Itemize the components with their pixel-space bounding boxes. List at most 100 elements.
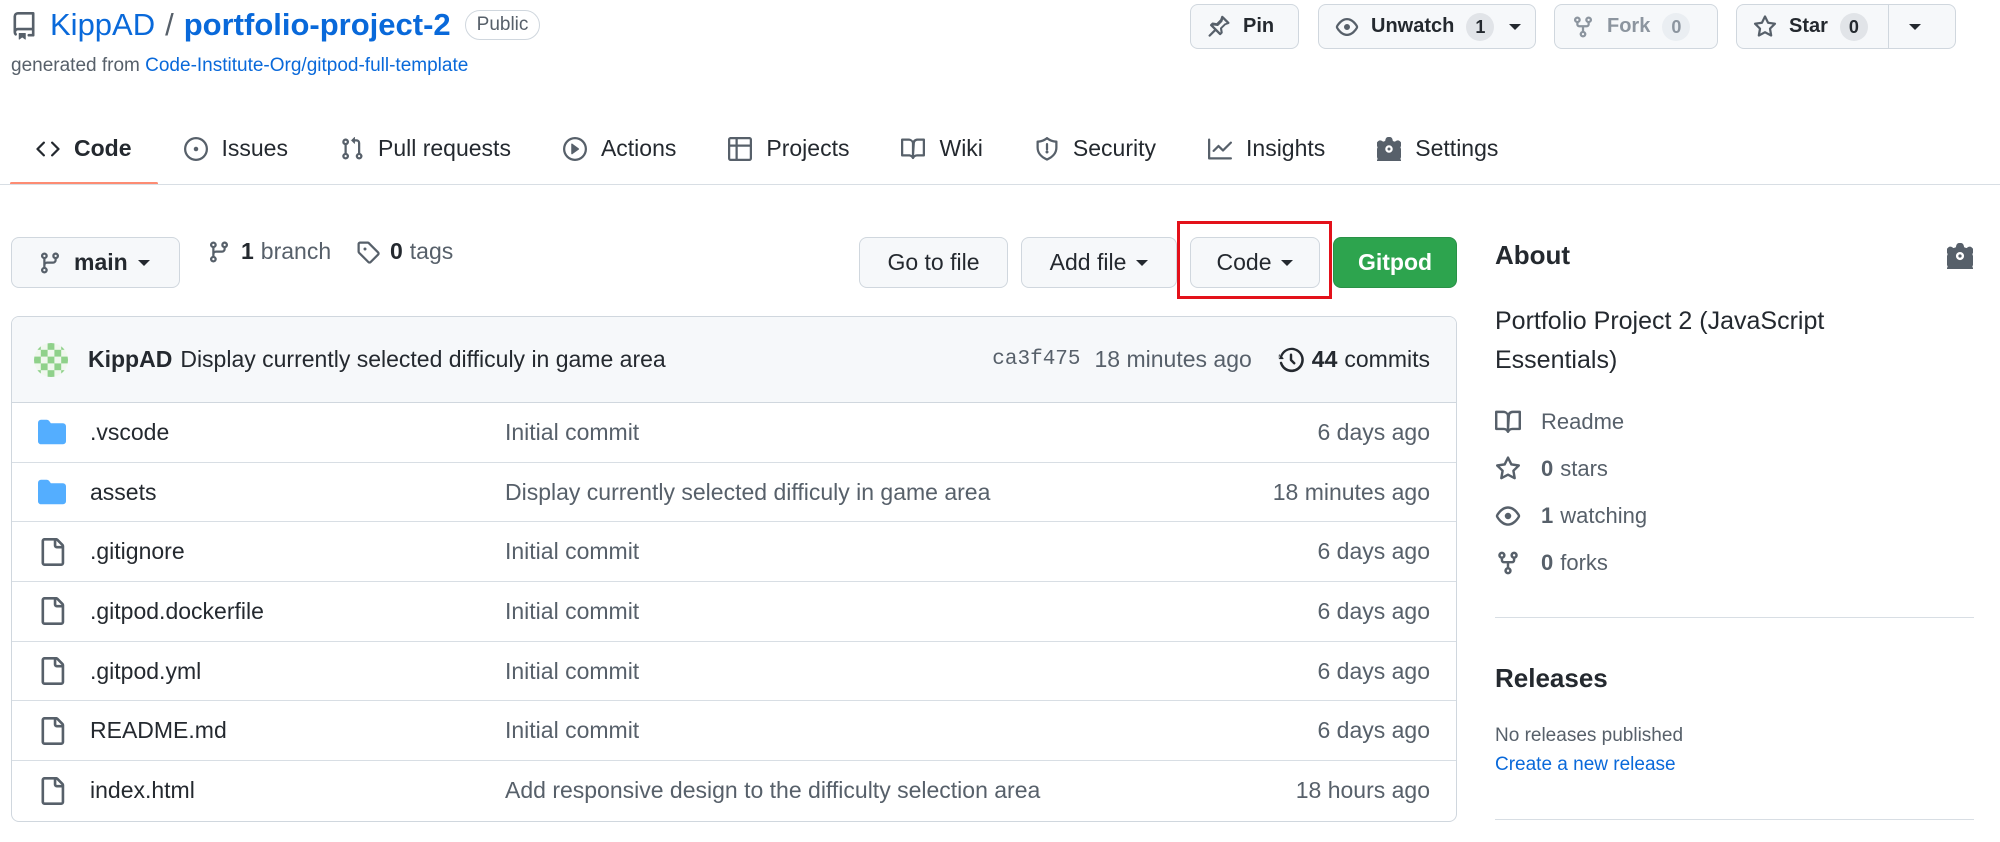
forks-label: forks [1560,550,1608,575]
file-commit-message-link[interactable]: Add responsive design to the difficulty … [505,777,1040,804]
add-file-label: Add file [1049,249,1127,275]
go-to-file-button[interactable]: Go to file [859,237,1008,288]
repo-name-link[interactable]: portfolio-project-2 [184,5,451,45]
git-branch-icon [207,240,231,264]
file-name-link[interactable]: .gitpod.yml [90,658,201,685]
highlight-box [1177,221,1332,299]
file-age: 6 days ago [1317,717,1430,744]
repo-icon [10,12,38,40]
file-name-link[interactable]: index.html [90,777,195,804]
table-row: .gitignore Initial commit 6 days ago [12,522,1456,583]
unwatch-label: Unwatch [1371,15,1455,37]
file-commit-message-link[interactable]: Display currently selected difficuly in … [505,479,990,506]
chevron-down-icon [137,259,150,266]
tab-issues[interactable]: Issues [158,112,314,185]
file-commit-message-link[interactable]: Initial commit [505,598,639,625]
pin-icon [1207,15,1231,39]
book-icon [901,137,926,161]
file-table: KippAD Display currently selected diffic… [11,316,1457,822]
file-name-link[interactable]: .vscode [90,419,169,446]
tab-insights[interactable]: Insights [1182,112,1351,185]
fork-button[interactable]: Fork 0 [1554,4,1718,49]
file-commit-message-link[interactable]: Initial commit [505,419,639,446]
star-button[interactable]: Star 0 [1736,4,1956,49]
tab-wiki[interactable]: Wiki [875,112,1008,185]
star-list-dropdown[interactable] [1889,23,1941,30]
file-name-link[interactable]: README.md [90,717,227,744]
file-commit-message-link[interactable]: Initial commit [505,658,639,685]
file-age: 18 minutes ago [1272,478,1430,505]
file-age: 6 days ago [1317,657,1430,684]
watching-count: 1 [1541,503,1554,528]
add-file-button[interactable]: Add file [1021,237,1177,288]
generated-prefix: generated from [11,55,140,76]
file-name-link[interactable]: .gitpod.dockerfile [90,598,264,625]
sidebar-divider [1495,819,1974,820]
file-icon [38,716,66,745]
commit-age: 18 minutes ago [1094,346,1252,372]
releases-heading[interactable]: Releases [1495,663,1608,694]
file-name-link[interactable]: assets [90,479,156,506]
chevron-down-icon [1136,259,1149,266]
readme-link[interactable]: Readme [1495,409,1624,435]
tab-label: Projects [766,135,850,161]
tags-link[interactable]: 0 tags [356,238,453,265]
file-commit-message-link[interactable]: Initial commit [505,538,639,565]
file-icon [38,776,66,805]
gitpod-button[interactable]: Gitpod [1333,237,1457,288]
branch-count: 1 [241,238,254,264]
graph-icon [1208,137,1233,161]
tab-label: Issues [221,135,288,161]
folder-icon [38,478,66,506]
book-icon [1495,409,1521,435]
tab-pull-requests[interactable]: Pull requests [314,112,537,185]
file-icon [38,657,66,686]
chevron-down-icon [1494,23,1535,30]
tab-security[interactable]: Security [1009,112,1182,185]
tab-label: Security [1072,135,1157,161]
tag-count: 0 [390,238,403,264]
commit-sha-link[interactable]: ca3f475 [992,348,1080,371]
gitpod-label: Gitpod [1357,249,1433,275]
gear-icon [1377,136,1402,161]
tabs-divider [0,184,2000,185]
tag-icon [356,240,380,264]
commit-author-link[interactable]: KippAD [88,346,172,373]
table-row: .gitpod.yml Initial commit 6 days ago [12,642,1456,702]
commit-message-link[interactable]: Display currently selected difficuly in … [180,346,665,373]
commits-history-link[interactable]: 44 commits [1278,346,1430,373]
repo-title: KippAD / portfolio-project-2 Public [50,5,541,45]
forks-count: 0 [1541,550,1554,575]
history-icon [1278,347,1304,373]
table-row: .gitpod.dockerfile Initial commit 6 days… [12,582,1456,642]
create-release-link[interactable]: Create a new release [1495,754,1676,776]
eye-icon [1335,15,1359,39]
forks-link[interactable]: 0 forks [1495,550,1608,576]
tab-label: Actions [600,135,677,161]
avatar[interactable] [34,342,68,377]
eye-icon [1495,503,1521,529]
tab-code[interactable]: Code [10,112,158,185]
tab-projects[interactable]: Projects [702,112,875,185]
file-commit-message-link[interactable]: Initial commit [505,717,639,744]
pin-button[interactable]: Pin [1190,4,1299,49]
watchers-link[interactable]: 1 watching [1495,503,1647,529]
commits-label: commits [1344,346,1430,372]
stars-link[interactable]: 0 stars [1495,456,1608,482]
template-link[interactable]: Code-Institute-Org/gitpod-full-template [145,55,468,76]
branches-link[interactable]: 1 branch [207,238,331,265]
table-icon [728,136,753,161]
visibility-badge: Public [464,10,541,40]
unwatch-button[interactable]: Unwatch 1 [1318,4,1536,49]
tab-settings[interactable]: Settings [1351,112,1524,185]
file-name-link[interactable]: .gitignore [90,538,185,565]
git-branch-icon [38,251,62,275]
tab-label: Settings [1415,135,1499,161]
repo-owner-link[interactable]: KippAD [50,5,155,45]
watching-label: watching [1560,503,1648,528]
tab-actions[interactable]: Actions [537,112,702,185]
branch-selector[interactable]: main [11,237,180,288]
file-icon [38,597,66,626]
gear-icon[interactable] [1947,243,1973,269]
issue-icon [183,136,208,161]
